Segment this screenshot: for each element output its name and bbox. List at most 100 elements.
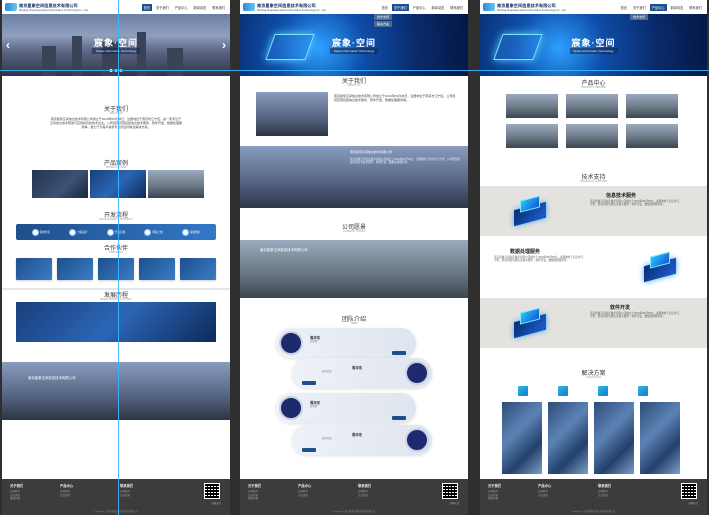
brand-name: 南京星象空间信息技术有限公司 Nanjing Xingxiang Space In… bbox=[497, 2, 566, 12]
service-text: 南京星象空间信息技术有限公司成立于2019年05月08日，注册地位于南京市江宁区… bbox=[494, 256, 584, 263]
solution-icon[interactable] bbox=[598, 386, 608, 396]
nav-item[interactable]: 联系我们 bbox=[448, 4, 465, 11]
hero-banner: 宸象·空间 Space Information Technology bbox=[240, 14, 468, 76]
intro-title: 南京星象空间信息技术有限公司 bbox=[350, 150, 393, 154]
process-flow: 需求分析 方案设计 开发实施 测试上线 运营维护 bbox=[16, 224, 216, 240]
ruler-guide-vertical[interactable] bbox=[118, 0, 119, 515]
partner-logo[interactable] bbox=[180, 258, 216, 280]
solution-icon[interactable] bbox=[518, 386, 528, 396]
nav-item[interactable]: 产品中心 bbox=[411, 4, 428, 11]
nav-menu: 首页 关于我们 产品中心 新闻动态 联系我们 bbox=[380, 3, 465, 11]
prev-arrow-icon[interactable]: ‹ bbox=[6, 38, 10, 52]
footer: 关于我们 公司简介 企业文化 发展历程 产品中心 公司简介 企业文化 联系我们 公司简介 企业… bbox=[240, 479, 468, 515]
team-subtitle: TEAM bbox=[350, 322, 358, 325]
nav-item[interactable]: 首页 bbox=[141, 3, 152, 11]
hero-subtitle: Space Information Technology bbox=[569, 48, 618, 54]
service-illustration bbox=[510, 195, 550, 227]
more-button[interactable] bbox=[302, 448, 316, 452]
product-item[interactable] bbox=[506, 94, 558, 118]
team-card[interactable]: 周华东 技术总监 bbox=[292, 358, 432, 388]
nav-item[interactable]: 新闻动态 bbox=[192, 4, 209, 11]
solution-icon[interactable] bbox=[558, 386, 568, 396]
partner-logo[interactable] bbox=[139, 258, 175, 280]
logo-icon bbox=[243, 3, 255, 11]
product-item[interactable] bbox=[626, 94, 678, 118]
hero-banner: 宸象·空间 Space Information Technology bbox=[480, 14, 707, 76]
nav-item[interactable]: 联系我们 bbox=[210, 4, 227, 11]
product-case-3[interactable] bbox=[148, 170, 204, 198]
copyright: Copyright © 南京星象空间信息技术有限公司 bbox=[572, 511, 615, 513]
page-mockup-products: 南京星象空间信息技术有限公司 Nanjing Xingxiang Space In… bbox=[480, 0, 707, 515]
footer-col-about: 关于我们 公司简介 企业文化 发展历程 bbox=[10, 484, 24, 500]
service-text: 南京星象空间信息技术有限公司成立于2019年05月08日，注册地位于南京市江宁区… bbox=[590, 312, 680, 319]
avatar bbox=[405, 428, 429, 452]
team-card[interactable]: 周华东 总经理 bbox=[276, 393, 416, 423]
partner-logo[interactable] bbox=[57, 258, 93, 280]
nav-item[interactable]: 新闻动态 bbox=[669, 4, 686, 11]
product-item[interactable] bbox=[566, 124, 618, 148]
service-row: 信息技术服务 南京星象空间信息技术有限公司成立于2019年05月08日，注册地位… bbox=[480, 186, 707, 236]
solutions-subtitle: SOLUTIONS bbox=[586, 376, 601, 379]
nav-item[interactable]: 新闻动态 bbox=[430, 4, 447, 11]
dropdown-item[interactable]: 技术支持 bbox=[630, 14, 649, 20]
history-banner bbox=[16, 302, 216, 342]
about-subtitle: ABOUT US bbox=[347, 84, 361, 87]
qr-code-icon bbox=[204, 483, 220, 499]
vision-subtitle: COMPANY VISION bbox=[342, 230, 366, 233]
top-nav: 南京星象空间信息技术有限公司 Nanjing Xingxiang Space In… bbox=[2, 0, 230, 14]
team-card[interactable]: 周华东 总经理 bbox=[276, 328, 416, 358]
service-row: 软件开发 南京星象空间信息技术有限公司成立于2019年05月08日，注册地位于南… bbox=[480, 298, 707, 348]
nav-item[interactable]: 产品中心 bbox=[173, 4, 190, 11]
product-item[interactable] bbox=[506, 124, 558, 148]
footer-col-about: 关于我们 公司简介 企业文化 发展历程 bbox=[248, 484, 262, 500]
products-subtitle: PRODUCT CASE bbox=[105, 166, 127, 169]
solution-image[interactable] bbox=[502, 402, 542, 474]
next-arrow-icon[interactable]: › bbox=[222, 38, 226, 52]
logo-icon bbox=[483, 3, 495, 11]
process-subtitle: DEVELOPMENT PROCESS bbox=[99, 218, 133, 221]
partners-subtitle: PARTNERS bbox=[109, 251, 123, 254]
product-item[interactable] bbox=[566, 94, 618, 118]
process-step: 开发实施 bbox=[106, 228, 125, 236]
footer-col-contact: 联系我们 公司简介 企业文化 bbox=[358, 484, 372, 497]
history-subtitle: DEVELOPMENT HISTORY bbox=[100, 298, 132, 301]
about-subtitle: ABOUT US bbox=[109, 112, 123, 115]
member-role: 总经理 bbox=[310, 405, 318, 408]
solution-image[interactable] bbox=[548, 402, 588, 474]
dropdown-item[interactable]: 解决方案 bbox=[374, 21, 393, 27]
nav-item[interactable]: 联系我们 bbox=[687, 4, 704, 11]
nav-item[interactable]: 关于我们 bbox=[154, 4, 171, 11]
solution-image[interactable] bbox=[594, 402, 634, 474]
nav-menu: 首页 关于我们 产品中心 新闻动态 联系我们 bbox=[141, 3, 227, 11]
copyright: Copyright © 南京星象空间信息技术有限公司 bbox=[332, 511, 376, 513]
process-step: 方案设计 bbox=[69, 228, 88, 236]
ruler-guide-horizontal[interactable] bbox=[0, 70, 709, 71]
brand-name: 南京星象空间信息技术有限公司 Nanjing Xingxiang Space In… bbox=[19, 2, 88, 12]
intro-banner bbox=[240, 146, 468, 208]
solution-icon[interactable] bbox=[638, 386, 648, 396]
solution-image[interactable] bbox=[640, 402, 680, 474]
product-case-1[interactable] bbox=[32, 170, 88, 198]
partner-logo[interactable] bbox=[98, 258, 134, 280]
about-text: 南京星象空间信息技术有限公司成立于2019年05月08日，注册地位于南京市江宁区… bbox=[334, 94, 456, 102]
nav-menu: 首页 关于我们 产品中心 新闻动态 联系我们 bbox=[619, 3, 704, 11]
product-item[interactable] bbox=[626, 124, 678, 148]
dropdown-item[interactable]: 技术支持 bbox=[374, 14, 393, 20]
nav-item[interactable]: 关于我们 bbox=[392, 3, 409, 11]
team-card[interactable]: 周华东 技术总监 bbox=[292, 425, 432, 455]
city-banner bbox=[2, 362, 230, 420]
nav-item[interactable]: 首页 bbox=[380, 4, 390, 11]
nav-item[interactable]: 关于我们 bbox=[631, 4, 648, 11]
intro-text: 南京星象空间信息技术有限公司成立于2019年05月08日，注册地位于南京市江宁区… bbox=[350, 158, 461, 165]
nav-item[interactable]: 首页 bbox=[619, 4, 629, 11]
design-canvas: 南京星象空间信息技术有限公司 Nanjing Xingxiang Space In… bbox=[0, 0, 709, 515]
footer-col-contact: 联系我们 公司简介 企业文化 bbox=[598, 484, 612, 497]
about-text: 南京星象空间信息技术有限公司成立于2019年05月08日，注册地位于南京市江宁区… bbox=[50, 117, 183, 129]
member-role: 技术总监 bbox=[322, 437, 332, 440]
member-role: 总经理 bbox=[310, 340, 318, 343]
nav-item[interactable]: 产品中心 bbox=[649, 3, 667, 11]
more-button[interactable] bbox=[392, 351, 406, 355]
more-button[interactable] bbox=[302, 381, 316, 385]
more-button[interactable] bbox=[392, 416, 406, 420]
partner-logo[interactable] bbox=[16, 258, 52, 280]
